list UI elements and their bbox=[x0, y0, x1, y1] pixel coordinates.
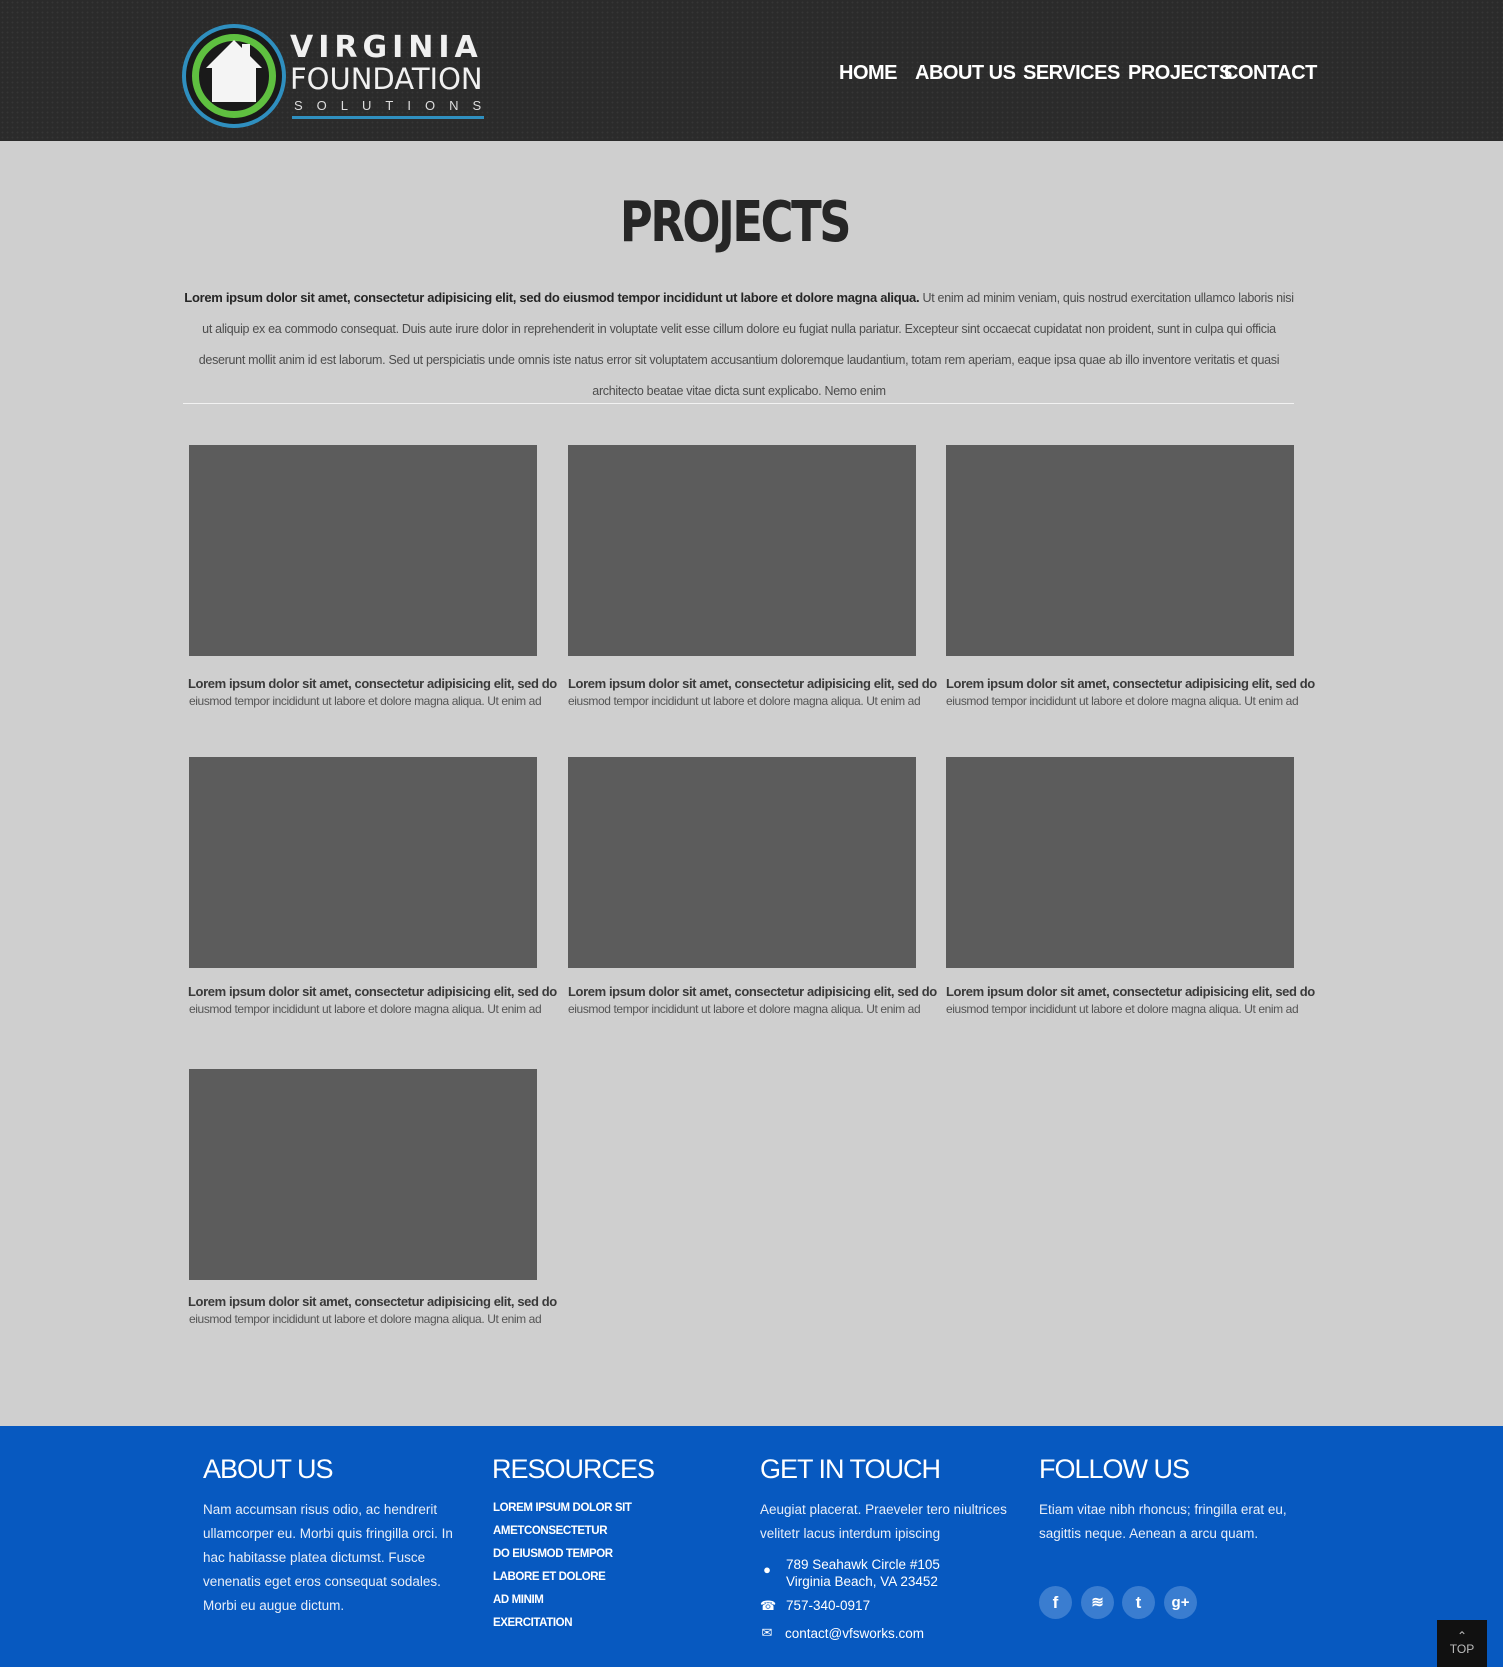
project-title[interactable]: Lorem ipsum dolor sit amet, consectetur … bbox=[188, 1294, 557, 1309]
project-image[interactable] bbox=[568, 757, 916, 968]
footer-about-heading: ABOUT US bbox=[203, 1454, 334, 1484]
intro-paragraph: Lorem ipsum dolor sit amet, consectetur … bbox=[184, 282, 1294, 407]
project-description: eiusmod tempor incididunt ut labore et d… bbox=[946, 694, 1299, 708]
project-image[interactable] bbox=[946, 445, 1294, 656]
back-to-top-button[interactable]: ⌃ TOP bbox=[1437, 1620, 1487, 1667]
location-pin-icon: ● bbox=[763, 1562, 771, 1577]
footer-follow-text: Etiam vitae nibh rhoncus; fringilla erat… bbox=[1039, 1502, 1287, 1541]
project-description: eiusmod tempor incididunt ut labore et d… bbox=[189, 1002, 542, 1016]
back-to-top-label: TOP bbox=[1449, 1642, 1475, 1656]
project-title[interactable]: Lorem ipsum dolor sit amet, consectetur … bbox=[568, 676, 937, 691]
footer-resources-heading: RESOURCES bbox=[492, 1454, 655, 1484]
project-title[interactable]: Lorem ipsum dolor sit amet, consectetur … bbox=[188, 676, 557, 691]
resource-link[interactable]: AMETCONSECTETUR bbox=[493, 1525, 608, 1537]
footer-about-text: Nam accumsan risus odio, ac hendrerit ul… bbox=[203, 1502, 453, 1613]
project-title[interactable]: Lorem ipsum dolor sit amet, consectetur … bbox=[188, 984, 557, 999]
site-logo[interactable]: VIRGINIA FOUNDATION SOLUTIONS bbox=[182, 24, 486, 132]
google-plus-icon[interactable]: g+ bbox=[1164, 1586, 1197, 1619]
project-image[interactable] bbox=[189, 757, 537, 968]
nav-home[interactable]: HOME bbox=[839, 62, 898, 85]
project-description: eiusmod tempor incididunt ut labore et d… bbox=[568, 1002, 921, 1016]
contact-phone[interactable]: 757-340-0917 bbox=[786, 1598, 870, 1613]
envelope-icon: ✉ bbox=[761, 1625, 773, 1640]
nav-contact[interactable]: CONTACT bbox=[1224, 62, 1317, 85]
house-icon bbox=[206, 40, 262, 102]
resource-link[interactable]: EXERCITATION bbox=[493, 1617, 573, 1629]
project-description: eiusmod tempor incididunt ut labore et d… bbox=[189, 694, 542, 708]
project-title[interactable]: Lorem ipsum dolor sit amet, consectetur … bbox=[946, 676, 1315, 691]
logo-text-solutions: SOLUTIONS bbox=[294, 98, 496, 113]
footer-contact-text: Aeugiat placerat. Praeveler tero niultri… bbox=[760, 1502, 1007, 1541]
logo-text-foundation: FOUNDATION bbox=[290, 62, 483, 96]
phone-icon: ☎ bbox=[760, 1598, 777, 1613]
resource-link[interactable]: DO EIUSMOD TEMPOR bbox=[493, 1548, 613, 1560]
project-image[interactable] bbox=[189, 1069, 537, 1280]
project-title[interactable]: Lorem ipsum dolor sit amet, consectetur … bbox=[946, 984, 1315, 999]
nav-services[interactable]: SERVICES bbox=[1023, 62, 1120, 85]
facebook-icon[interactable]: f bbox=[1039, 1586, 1072, 1619]
resource-link[interactable]: LABORE ET DOLORE bbox=[493, 1571, 606, 1583]
project-description: eiusmod tempor incididunt ut labore et d… bbox=[189, 1312, 542, 1326]
page-title: PROJECTS bbox=[619, 190, 852, 255]
site-footer: ABOUT US Nam accumsan risus odio, ac hen… bbox=[0, 1426, 1503, 1667]
project-image[interactable] bbox=[946, 757, 1294, 968]
divider bbox=[183, 403, 1294, 404]
project-title[interactable]: Lorem ipsum dolor sit amet, consectetur … bbox=[568, 984, 937, 999]
logo-text-virginia: VIRGINIA bbox=[290, 30, 483, 65]
project-description: eiusmod tempor incididunt ut labore et d… bbox=[568, 694, 921, 708]
project-image[interactable] bbox=[568, 445, 916, 656]
resource-link[interactable]: LOREM IPSUM DOLOR SIT bbox=[493, 1502, 632, 1514]
rss-icon[interactable]: ≋ bbox=[1081, 1586, 1114, 1619]
contact-email[interactable]: contact@vfsworks.com bbox=[785, 1626, 924, 1641]
nav-about-us[interactable]: ABOUT US bbox=[915, 62, 1016, 85]
footer-contact-heading: GET IN TOUCH bbox=[760, 1454, 941, 1484]
contact-address-line2: Virginia Beach, VA 23452 bbox=[786, 1574, 938, 1589]
nav-projects[interactable]: PROJECTS bbox=[1128, 62, 1232, 85]
tumblr-icon[interactable]: t bbox=[1122, 1586, 1155, 1619]
contact-address-line1: 789 Seahawk Circle #105 bbox=[786, 1557, 940, 1572]
footer-follow-heading: FOLLOW US bbox=[1039, 1454, 1190, 1484]
site-header: VIRGINIA FOUNDATION SOLUTIONS HOME ABOUT… bbox=[0, 0, 1503, 141]
intro-body-text: Ut enim ad minim veniam, quis nostrud ex… bbox=[198, 291, 1294, 398]
intro-bold-text: Lorem ipsum dolor sit amet, consectetur … bbox=[184, 290, 920, 305]
resource-link[interactable]: AD MINIM bbox=[493, 1594, 544, 1606]
project-description: eiusmod tempor incididunt ut labore et d… bbox=[946, 1002, 1299, 1016]
chevron-up-icon: ⌃ bbox=[1456, 1629, 1468, 1643]
project-image[interactable] bbox=[189, 445, 537, 656]
logo-emblem bbox=[182, 24, 286, 128]
